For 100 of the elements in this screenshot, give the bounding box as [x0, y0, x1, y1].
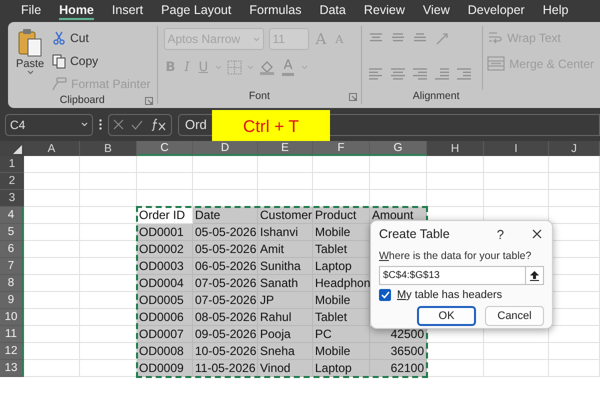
range-field[interactable]: $C$4:$G$13	[379, 266, 525, 285]
menu-tab[interactable]: Data	[310, 0, 355, 20]
column-header[interactable]: D	[193, 141, 258, 156]
text-orientation-icon[interactable]	[434, 32, 450, 46]
table-cell: Laptop	[313, 360, 370, 377]
column-header[interactable]: C	[137, 141, 193, 156]
fill-color-icon[interactable]	[259, 59, 276, 75]
chevron-down-icon	[81, 122, 88, 127]
row-header[interactable]: 8	[0, 275, 24, 292]
row-header[interactable]: 11	[0, 326, 24, 343]
table-cell	[80, 241, 137, 258]
table-cell	[137, 156, 193, 173]
row-header[interactable]: 3	[0, 190, 24, 207]
column-header[interactable]: F	[313, 141, 370, 156]
table-cell	[549, 360, 600, 377]
column-header[interactable]: A	[24, 141, 80, 156]
more-options-icon[interactable]	[99, 119, 102, 130]
menu-tab[interactable]: Home	[50, 0, 103, 20]
menu-tab[interactable]: Page Layout	[152, 0, 240, 20]
table-cell: Mobile	[313, 292, 370, 309]
row-header[interactable]: 6	[0, 241, 24, 258]
table-cell	[484, 343, 549, 360]
table-cell	[24, 207, 80, 224]
column-header[interactable]: H	[427, 141, 484, 156]
scissors-icon	[52, 31, 66, 45]
column-header[interactable]: J	[549, 141, 600, 156]
table-cell	[80, 190, 137, 207]
table-cell: OD0008	[137, 343, 193, 360]
row-header[interactable]: 12	[0, 343, 24, 360]
dialog-title: Create Table	[379, 227, 451, 241]
table-cell	[80, 309, 137, 326]
row-header[interactable]: 2	[0, 173, 24, 190]
align-right-icon[interactable]	[412, 67, 428, 81]
row-header[interactable]: 4	[0, 207, 24, 224]
table-cell: Mobile	[313, 224, 370, 241]
cut-button[interactable]: Cut	[52, 28, 150, 48]
table-cell: OD0007	[137, 326, 193, 343]
table-cell	[137, 173, 193, 190]
column-header[interactable]: G	[370, 141, 427, 156]
wrap-text-icon	[487, 30, 504, 46]
help-button[interactable]: ?	[496, 226, 504, 242]
borders-icon[interactable]	[227, 60, 242, 74]
table-cell	[549, 173, 600, 190]
table-cell	[549, 326, 600, 343]
row-header[interactable]: 10	[0, 309, 24, 326]
table-cell	[427, 156, 484, 173]
table-cell: 06-05-2026	[193, 258, 258, 275]
menu-tab[interactable]: View	[414, 0, 459, 20]
function-icon[interactable]	[151, 118, 168, 131]
menu-tab[interactable]: Review	[354, 0, 414, 20]
close-button[interactable]	[530, 227, 544, 241]
checkbox-label[interactable]: My table has headers	[397, 289, 502, 301]
align-left-icon[interactable]	[368, 67, 384, 81]
menu-tab[interactable]: File	[12, 0, 50, 20]
column-header[interactable]: I	[484, 141, 549, 156]
increase-indent-icon[interactable]	[456, 67, 472, 81]
table-cell	[193, 156, 258, 173]
table-cell	[484, 360, 549, 377]
table-cell: PC	[313, 326, 370, 343]
upload-arrow-icon	[530, 270, 539, 280]
collapse-dialog-button[interactable]	[525, 266, 544, 285]
table-cell	[427, 360, 484, 377]
ok-button[interactable]: OK	[417, 306, 476, 326]
menu-tab[interactable]: Developer	[458, 0, 534, 20]
column-header[interactable]: B	[80, 141, 137, 156]
close-icon	[532, 229, 542, 239]
row-header[interactable]: 9	[0, 292, 24, 309]
row-header[interactable]: 13	[0, 360, 24, 377]
paste-button[interactable]: Paste	[14, 26, 46, 94]
cancel-button[interactable]: Cancel	[485, 306, 544, 326]
menu-tab[interactable]: Insert	[102, 0, 152, 20]
name-box[interactable]: C4	[5, 114, 93, 136]
row-header[interactable]: 1	[0, 156, 24, 173]
checkmark-icon[interactable]	[131, 120, 144, 130]
copy-button[interactable]: Copy	[52, 51, 150, 71]
table-cell	[24, 224, 80, 241]
dialog-launcher-icon[interactable]	[144, 97, 152, 105]
table-cell: Laptop	[313, 258, 370, 275]
align-center-icon[interactable]	[390, 67, 406, 81]
dialog-launcher-icon[interactable]	[349, 93, 358, 101]
table-cell: 09-05-2026	[193, 326, 258, 343]
table-cell	[24, 258, 80, 275]
select-all-icon[interactable]	[13, 145, 22, 154]
table-cell	[80, 360, 137, 377]
chevron-down-icon	[252, 36, 260, 42]
copy-icon	[52, 54, 66, 68]
cancel-icon[interactable]	[112, 119, 124, 130]
table-cell	[24, 156, 80, 173]
row-header[interactable]: 7	[0, 258, 24, 275]
menu-tab[interactable]: Formulas	[240, 0, 310, 20]
table-cell	[484, 156, 549, 173]
checkbox[interactable]	[379, 289, 391, 301]
table-cell	[370, 156, 427, 173]
table-cell	[313, 156, 370, 173]
table-cell	[24, 292, 80, 309]
table-cell: Ishanvi	[258, 224, 313, 241]
decrease-indent-icon[interactable]	[434, 67, 450, 81]
menu-tab[interactable]: Help	[534, 0, 578, 20]
column-header[interactable]: E	[258, 141, 313, 156]
row-header[interactable]: 5	[0, 224, 24, 241]
